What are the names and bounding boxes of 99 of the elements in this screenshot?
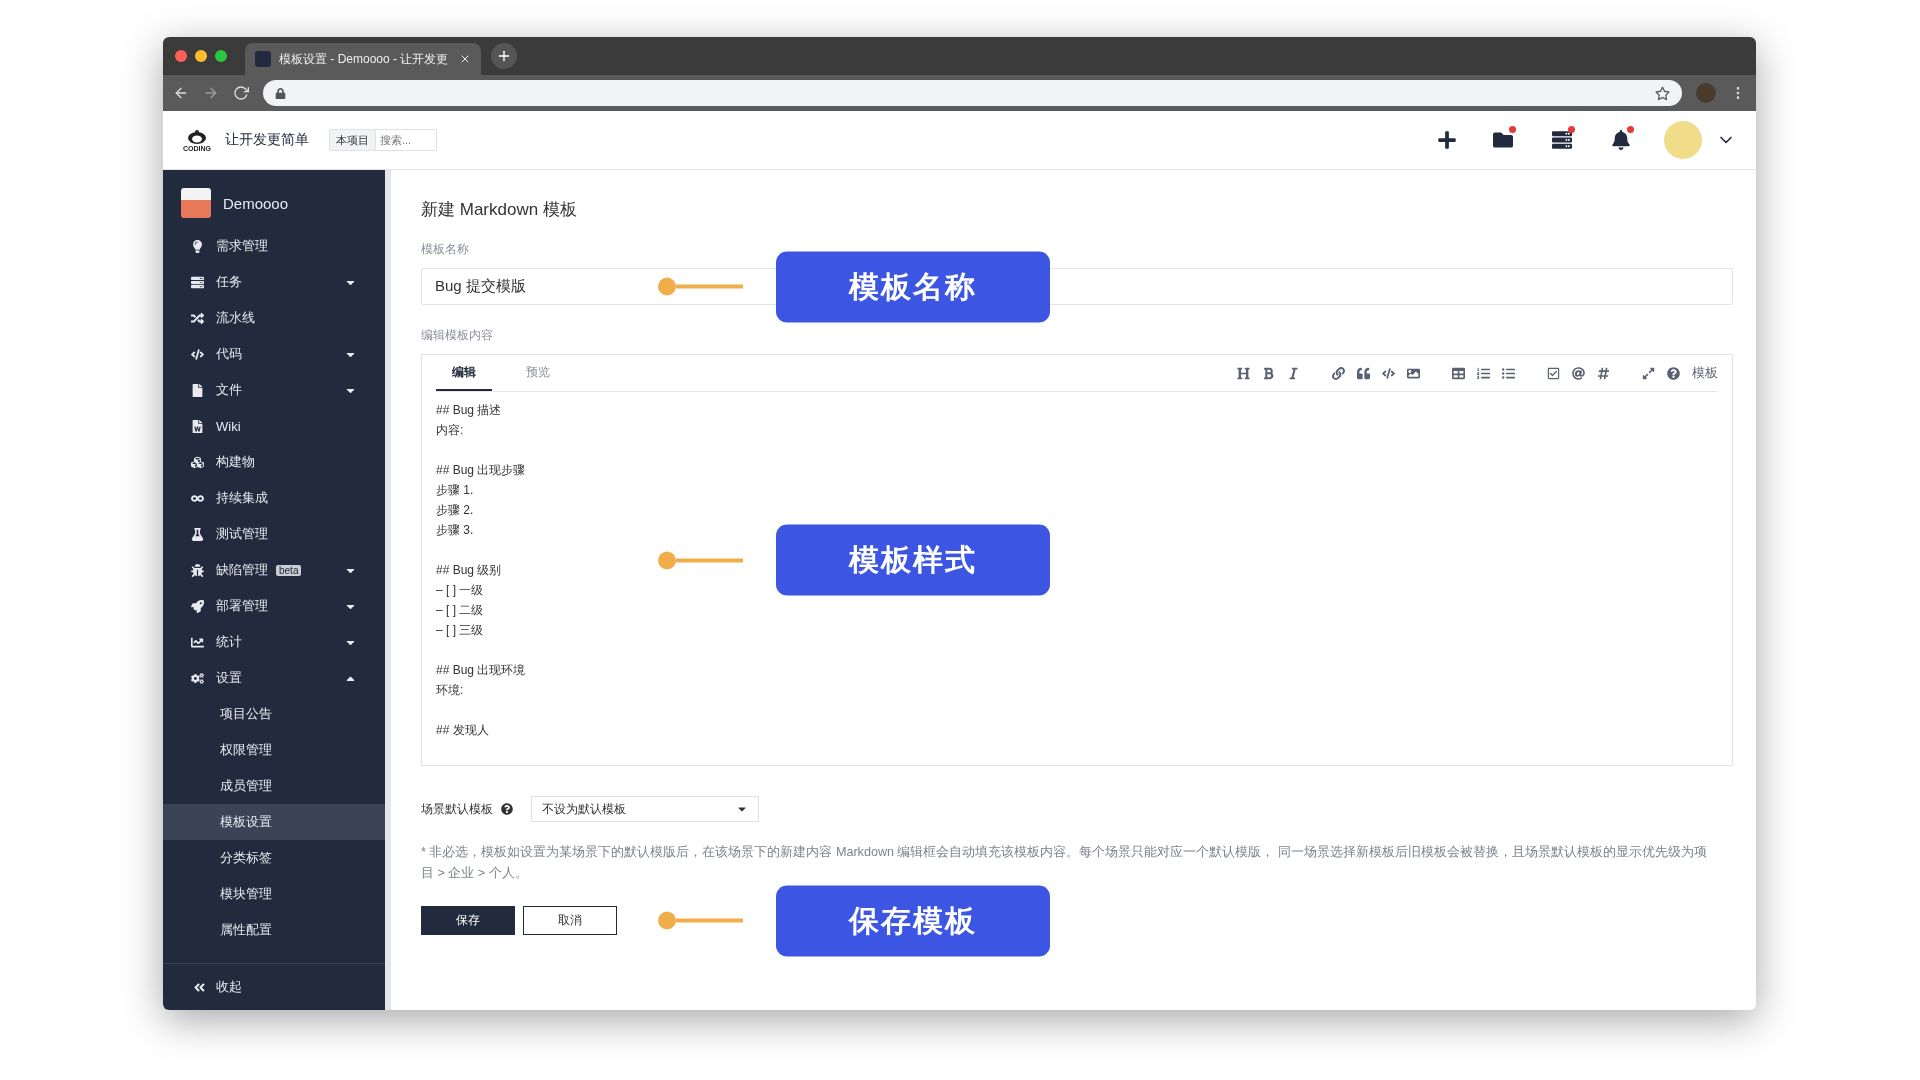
- project-icon: [181, 188, 211, 218]
- flask-icon: [191, 527, 204, 541]
- quote-icon[interactable]: [1357, 366, 1370, 380]
- sidebar-item[interactable]: 流水线: [163, 300, 385, 336]
- at-icon[interactable]: [1572, 366, 1585, 380]
- callout-label: 保存模板: [776, 885, 1050, 956]
- sidebar-item[interactable]: 文件: [163, 372, 385, 408]
- sidebar-subitem[interactable]: 项目公告: [163, 696, 385, 732]
- gears-icon: [191, 671, 204, 685]
- sidebar-subitem[interactable]: 属性配置: [163, 912, 385, 948]
- close-icon[interactable]: [459, 53, 471, 65]
- sidebar-item[interactable]: 测试管理: [163, 516, 385, 552]
- new-tab-icon[interactable]: [491, 43, 517, 69]
- file-icon: [191, 383, 204, 397]
- editor-tab[interactable]: 编辑: [436, 355, 492, 391]
- sidebar-subitem[interactable]: 权限管理: [163, 732, 385, 768]
- favicon-icon: [255, 51, 271, 67]
- hint-text: * 非必选，模板如设置为某场景下的默认模版后，在该场景下的新建内容 Markdown 编辑框会自动填充该模板内容。每个场景只能对应一个默认模版， 同一场景选择新模板后旧模板会被替换，且场景默认模板的显示优先级为项目 > 企业 > 个人。: [421, 844, 1708, 882]
- image-icon[interactable]: [1407, 366, 1420, 380]
- folder-icon[interactable]: [1493, 130, 1513, 150]
- hashtag-icon[interactable]: [1597, 366, 1610, 380]
- editor-line: 步骤 2.: [436, 502, 474, 519]
- collapse-button[interactable]: 收起: [163, 963, 385, 1010]
- search-scope[interactable]: 本项目: [329, 129, 375, 151]
- sidebar-subitem[interactable]: 模板设置: [163, 804, 385, 840]
- page-title: 新建 Markdown 模板: [421, 199, 578, 221]
- save-button[interactable]: 保存: [421, 906, 515, 935]
- ordered-list-icon[interactable]: [1477, 366, 1490, 380]
- close-window-icon[interactable]: [175, 50, 187, 62]
- code-icon[interactable]: [1382, 366, 1395, 380]
- logo-icon: [185, 128, 209, 145]
- field-label: 编辑模板内容: [421, 327, 494, 344]
- help-icon[interactable]: [1667, 366, 1680, 380]
- browser-tab[interactable]: 模板设置 - Demoooo - 让开发更: [245, 43, 481, 75]
- lock-icon: [275, 87, 286, 99]
- rocket-icon: [191, 599, 204, 613]
- heading-icon[interactable]: [1237, 366, 1250, 380]
- editor-line: 步骤 3.: [436, 522, 474, 539]
- callout-label: 模板名称: [776, 251, 1050, 322]
- double-chevron-icon: [193, 980, 206, 994]
- editor-line: 内容:: [436, 422, 464, 439]
- editor-line: ## Bug 级别: [436, 562, 502, 579]
- code-icon: [191, 347, 204, 361]
- editor-line: ## Bug 出现环境: [436, 662, 526, 679]
- scene-select[interactable]: 不设为默认模板: [531, 796, 759, 822]
- reload-icon[interactable]: [233, 85, 249, 101]
- search-field[interactable]: 搜索...: [375, 129, 437, 151]
- help-icon[interactable]: [501, 803, 513, 815]
- editor-line: 环境:: [436, 682, 464, 699]
- plus-icon[interactable]: [1437, 130, 1457, 150]
- back-icon[interactable]: [173, 85, 189, 101]
- expand-icon[interactable]: [1642, 366, 1655, 380]
- sidebar-item[interactable]: 需求管理: [163, 228, 385, 264]
- editor-line: ## Bug 出现步骤: [436, 462, 526, 479]
- editor-line: – [ ] 二级: [436, 602, 484, 619]
- project-name[interactable]: Demoooo: [223, 194, 289, 212]
- sidebar-subitem[interactable]: 分类标签: [163, 840, 385, 876]
- sidebar-subitem[interactable]: 模块管理: [163, 876, 385, 912]
- bell-icon[interactable]: [1611, 130, 1631, 150]
- beta-badge: beta: [276, 564, 302, 576]
- sidebar-item[interactable]: 统计: [163, 624, 385, 660]
- bullet-list-icon[interactable]: [1502, 366, 1515, 380]
- minimize-window-icon[interactable]: [195, 50, 207, 62]
- field-label: 模板名称: [421, 241, 470, 258]
- lightbulb-icon: [191, 239, 204, 253]
- cubes-icon: [191, 455, 204, 469]
- bug-icon: [191, 563, 204, 577]
- editor-line: – [ ] 一级: [436, 582, 484, 599]
- link-icon[interactable]: [1332, 366, 1345, 380]
- editor-line: ## Bug 描述: [436, 402, 502, 419]
- editor-line: ## 发现人: [436, 722, 489, 739]
- brand-slogan: 让开发更简单: [225, 131, 309, 149]
- bold-icon[interactable]: [1262, 366, 1275, 380]
- sidebar-item[interactable]: 持续集成: [163, 480, 385, 516]
- checkbox-icon[interactable]: [1547, 366, 1560, 380]
- chart-icon: [191, 635, 204, 649]
- cancel-button[interactable]: 取消: [523, 906, 617, 935]
- sidebar-item[interactable]: 构建物: [163, 444, 385, 480]
- editor-line: – [ ] 三级: [436, 622, 484, 639]
- sidebar-item[interactable]: Wiki: [163, 408, 385, 444]
- maximize-window-icon[interactable]: [215, 50, 227, 62]
- sidebar-item[interactable]: 设置: [163, 660, 385, 696]
- sidebar-item[interactable]: 缺陷管理 beta: [163, 552, 385, 588]
- table-icon[interactable]: [1452, 366, 1465, 380]
- callout-label: 模板样式: [776, 524, 1050, 596]
- sidebar-item[interactable]: 任务: [163, 264, 385, 300]
- template-tool[interactable]: 模板: [1692, 364, 1718, 382]
- italic-icon[interactable]: [1287, 366, 1300, 380]
- document-icon: [191, 419, 204, 433]
- star-icon[interactable]: [1655, 85, 1670, 101]
- editor-tab[interactable]: 预览: [510, 355, 566, 391]
- server-icon: [191, 275, 204, 289]
- field-label: 场景默认模板: [421, 800, 493, 818]
- sidebar-item[interactable]: 代码: [163, 336, 385, 372]
- sidebar-item[interactable]: 部署管理: [163, 588, 385, 624]
- editor-line: 步骤 1.: [436, 482, 474, 499]
- shuffle-icon: [191, 311, 204, 325]
- list-icon[interactable]: [1552, 130, 1572, 150]
- sidebar-subitem[interactable]: 成员管理: [163, 768, 385, 804]
